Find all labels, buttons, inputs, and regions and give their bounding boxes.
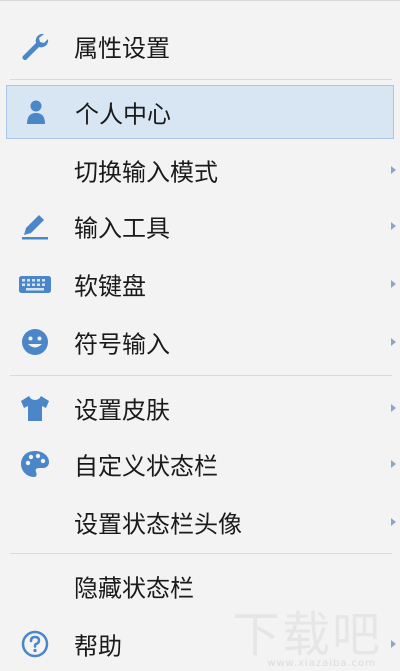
menu-item-customize-status-bar[interactable]: 自定义状态栏 <box>0 437 396 491</box>
menu-item-label: 软键盘 <box>74 272 146 301</box>
menu-item-label: 输入工具 <box>74 214 170 243</box>
palette-icon <box>18 447 52 481</box>
menu-item-set-skin[interactable]: 设置皮肤 <box>0 381 396 435</box>
submenu-arrow-icon <box>391 222 396 230</box>
separator <box>10 375 392 376</box>
menu-item-symbol-input[interactable]: 符号输入 <box>0 315 396 369</box>
menu-item-label: 切换输入模式 <box>74 158 218 187</box>
menu-item-set-status-bar-avatar[interactable]: 设置状态栏头像 <box>0 495 396 549</box>
help-icon <box>18 627 52 661</box>
menu-item-label: 设置状态栏头像 <box>74 510 242 539</box>
menu-item-soft-keyboard[interactable]: 软键盘 <box>0 257 396 311</box>
keyboard-icon <box>18 267 52 301</box>
submenu-arrow-icon <box>391 166 396 174</box>
watermark-url: www.xiazaiba.com <box>267 658 376 669</box>
menu-item-input-tools[interactable]: 输入工具 <box>0 199 396 253</box>
menu-item-label: 隐藏状态栏 <box>74 574 194 603</box>
menu-item-label: 个人中心 <box>75 100 171 129</box>
menu-item-label: 自定义状态栏 <box>74 452 218 481</box>
shirt-icon <box>18 391 52 425</box>
submenu-arrow-icon <box>391 404 396 412</box>
submenu-arrow-icon <box>391 640 396 648</box>
submenu-arrow-icon <box>391 280 396 288</box>
submenu-arrow-icon <box>391 338 396 346</box>
wrench-icon <box>18 29 52 63</box>
menu-item-label: 属性设置 <box>74 34 170 63</box>
menu-item-switch-input-mode[interactable]: 切换输入模式 <box>0 143 396 197</box>
menu-item-label: 符号输入 <box>74 330 170 359</box>
context-menu: 属性设置 个人中心 切换输入模式 输入工具 软键盘 符号输入 设置皮肤 自定义状… <box>0 0 400 671</box>
separator <box>10 553 392 554</box>
submenu-arrow-icon <box>391 518 396 526</box>
menu-item-label: 帮助 <box>74 632 122 661</box>
user-icon <box>19 95 53 129</box>
smiley-icon <box>18 325 52 359</box>
menu-item-properties[interactable]: 属性设置 <box>0 19 392 73</box>
pencil-icon <box>18 209 52 243</box>
separator <box>10 79 392 80</box>
menu-item-label: 设置皮肤 <box>74 396 170 425</box>
menu-item-personal-center[interactable]: 个人中心 <box>6 85 394 139</box>
submenu-arrow-icon <box>391 460 396 468</box>
watermark-logo: 下载吧 <box>231 607 382 663</box>
